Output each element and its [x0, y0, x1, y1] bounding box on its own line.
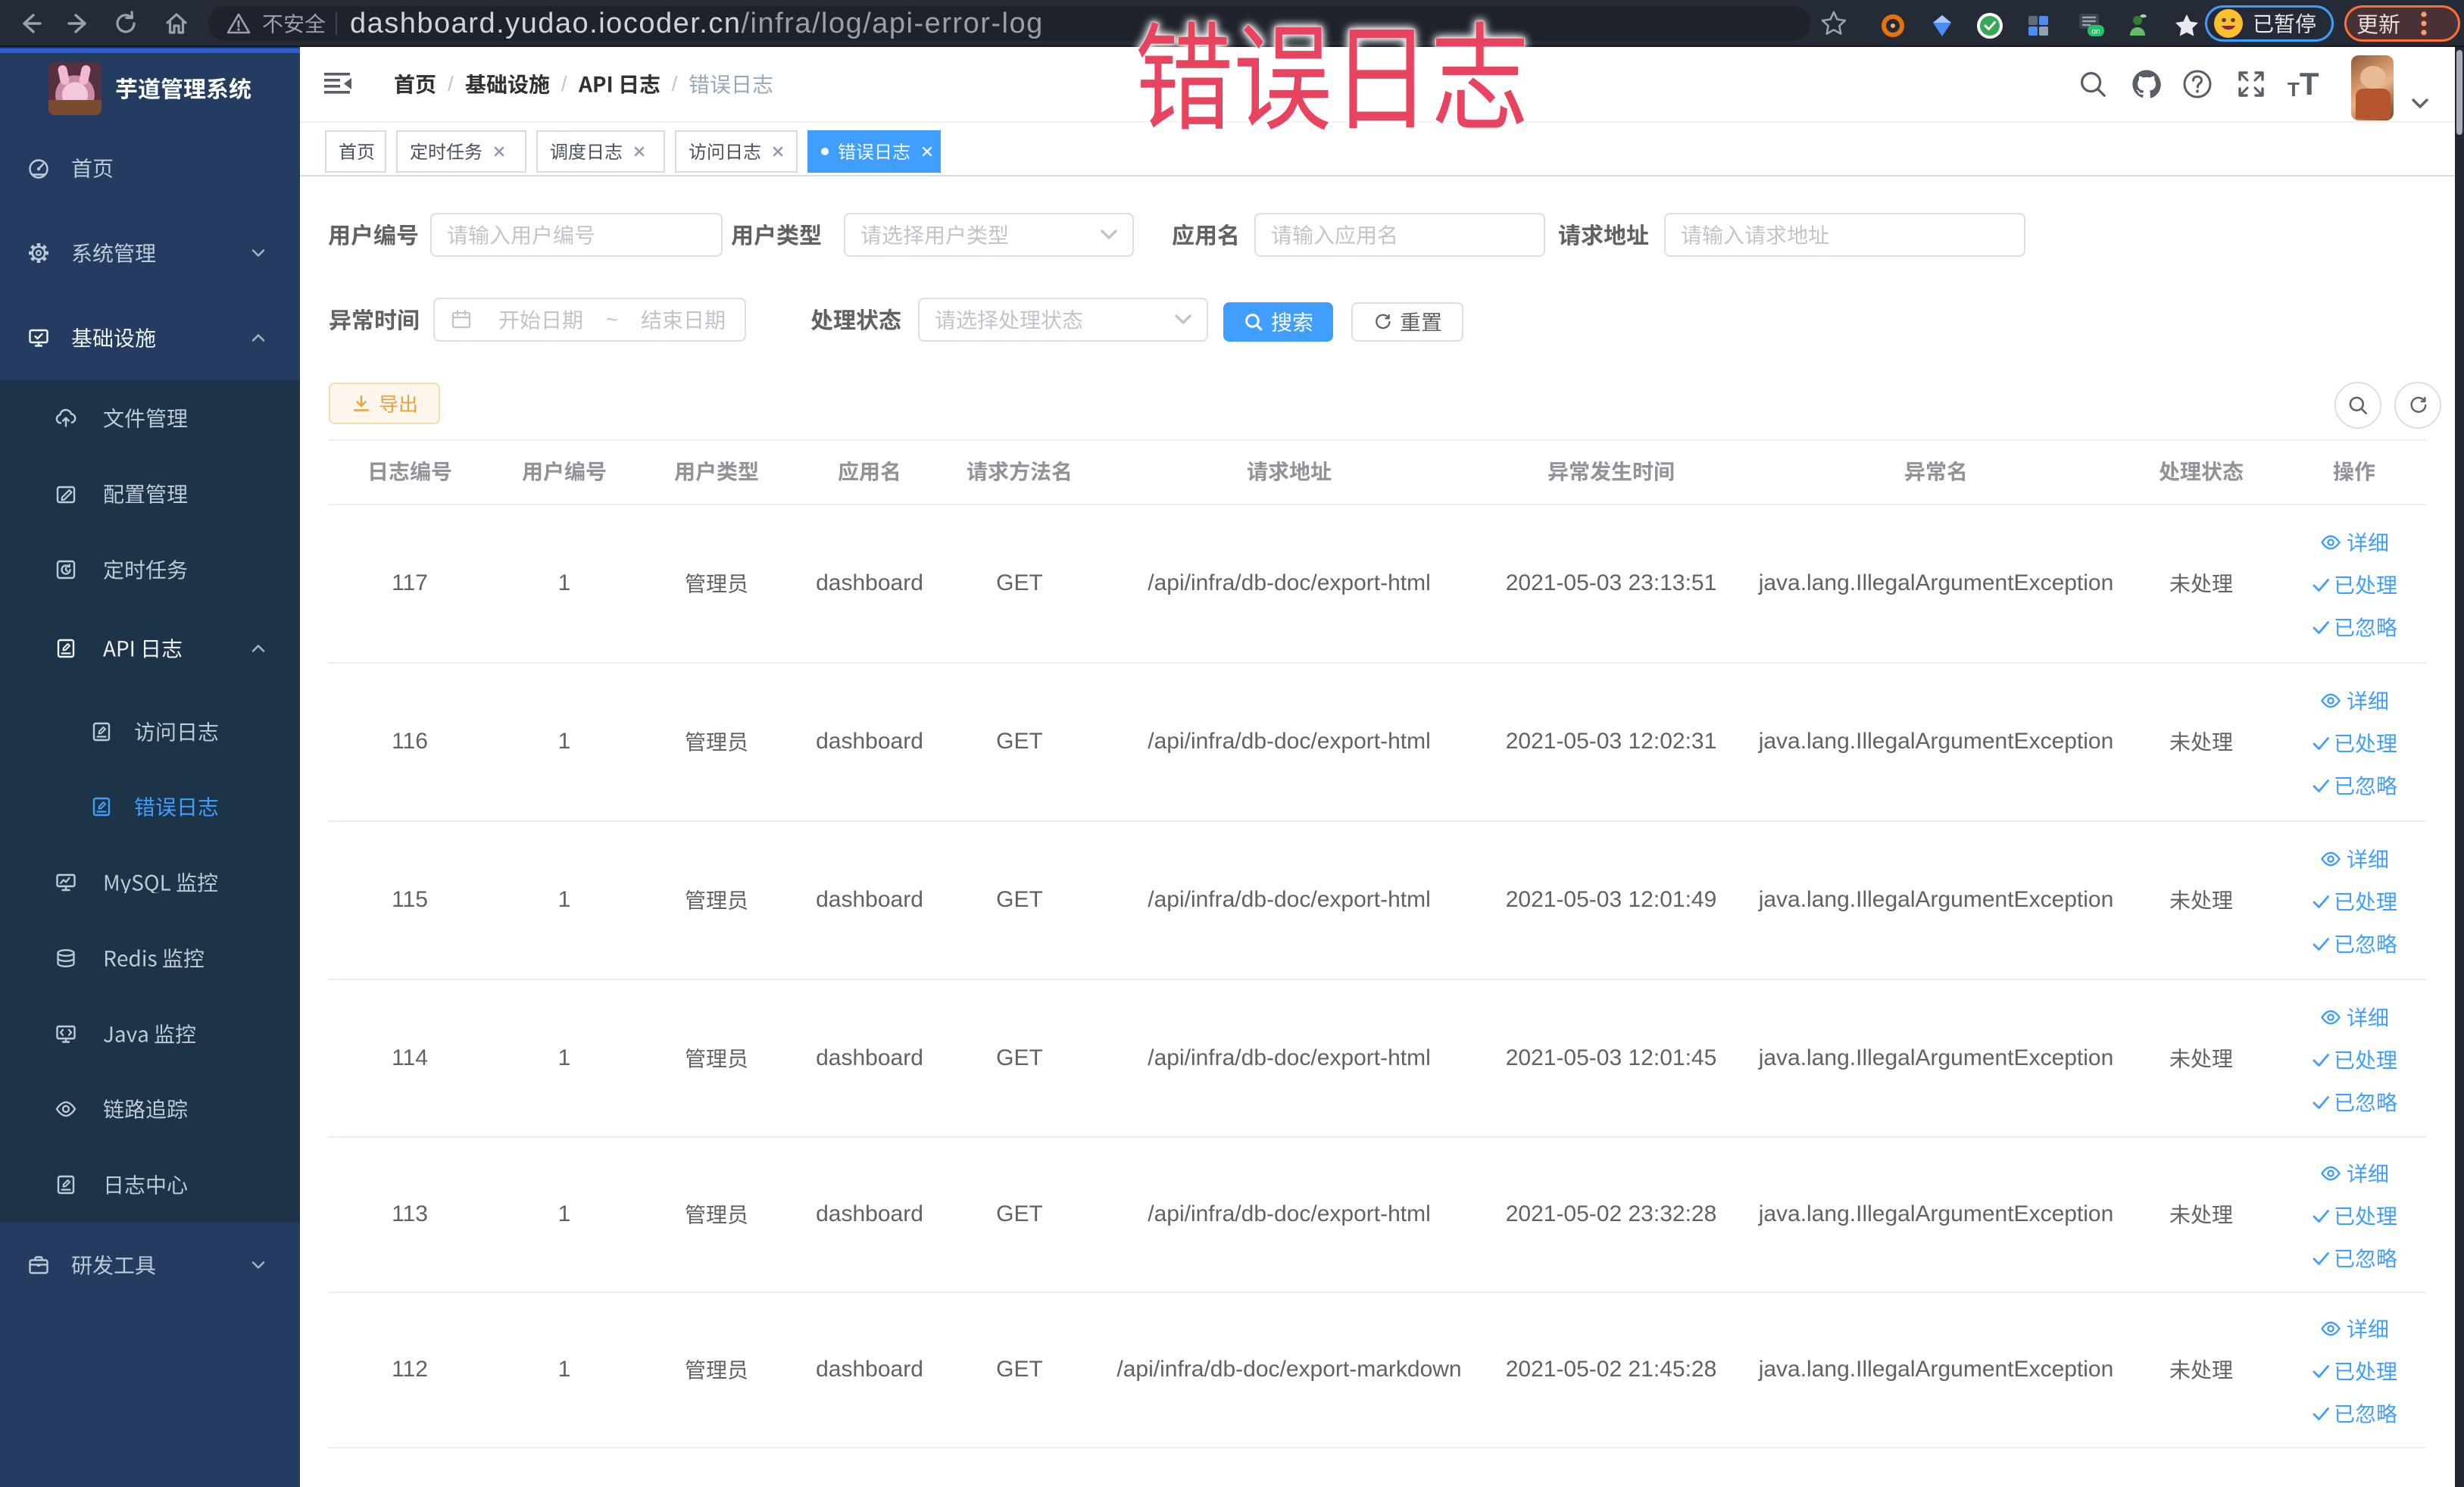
svg-text:on: on — [2091, 28, 2100, 36]
